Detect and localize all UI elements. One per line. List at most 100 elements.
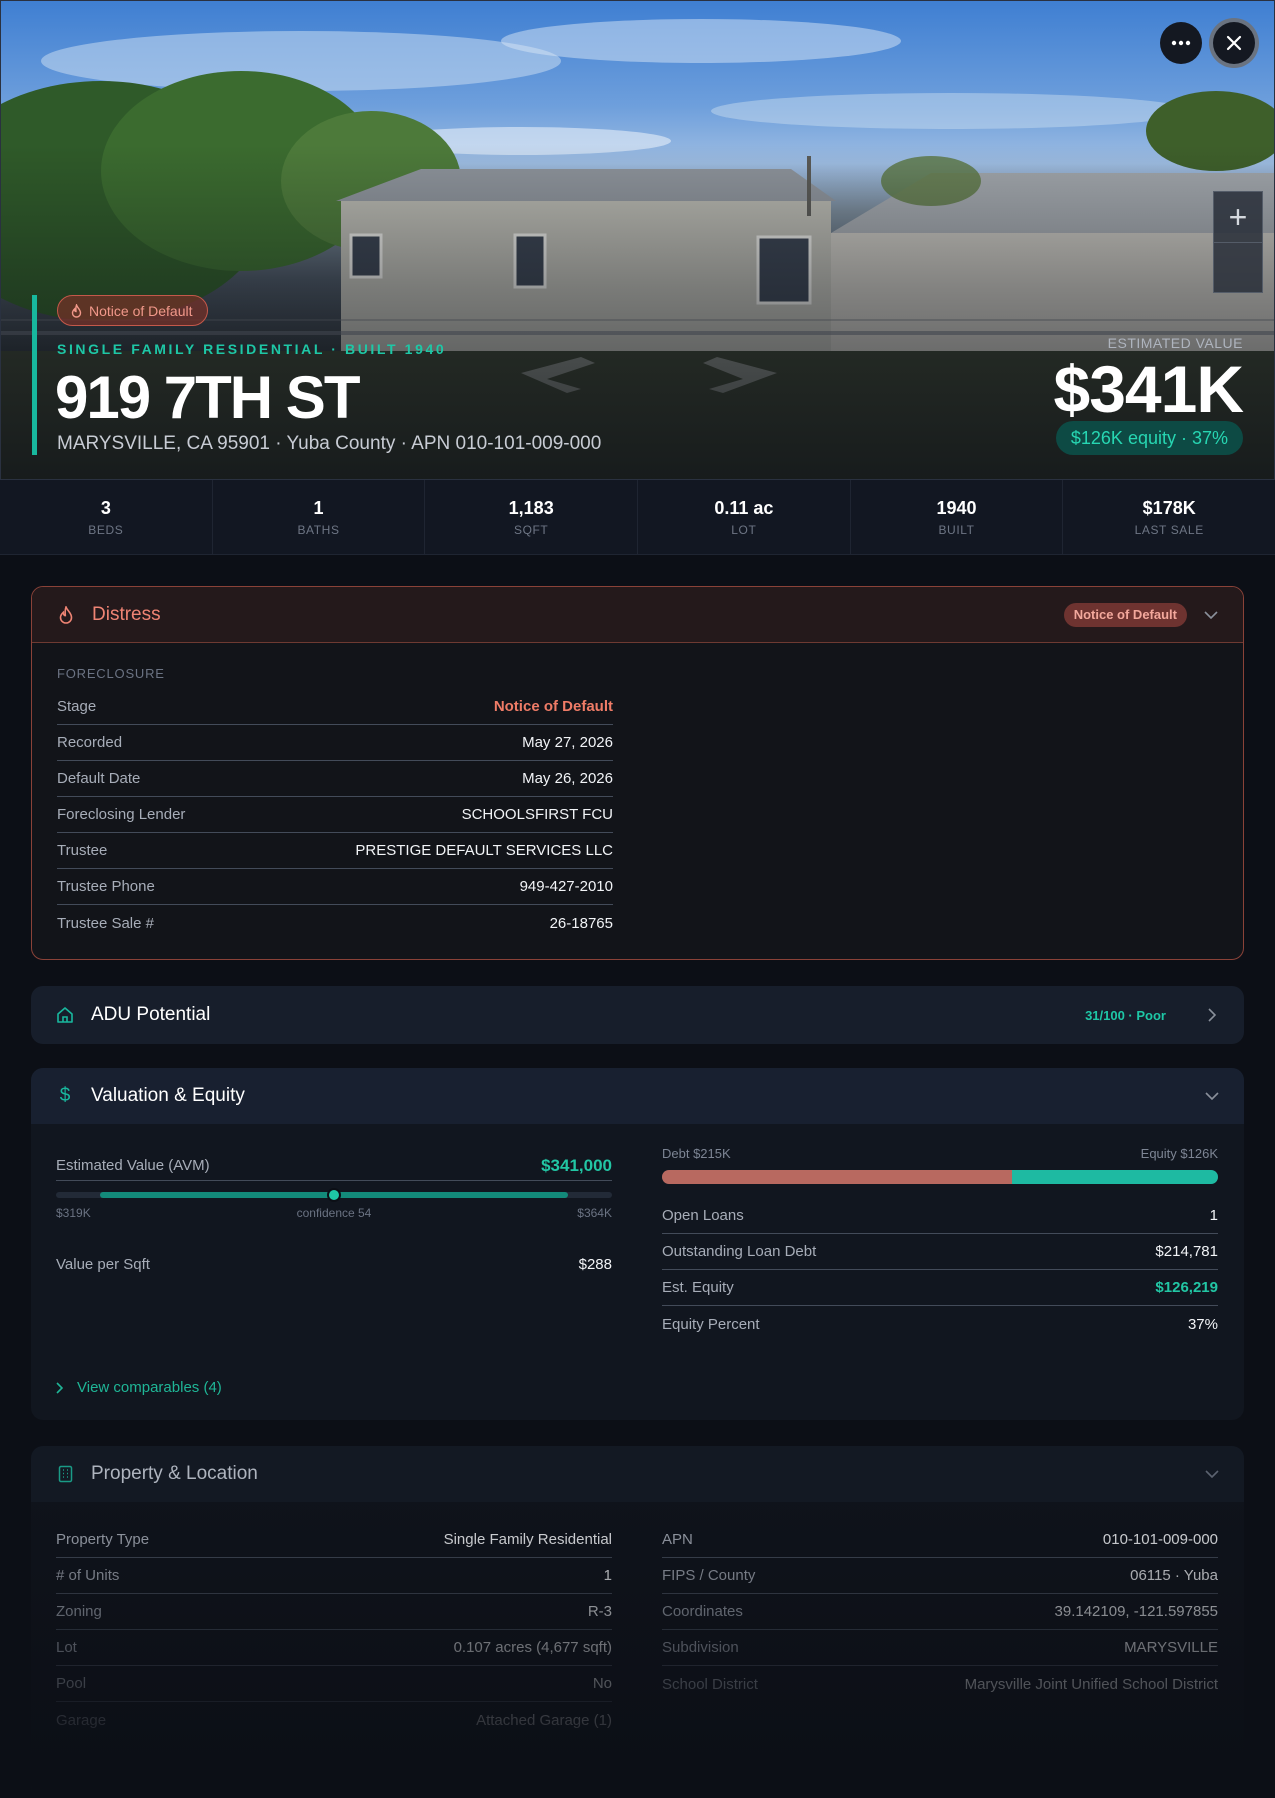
property-row-type: Property Type Single Family Residential [56,1522,612,1558]
property-row-coordinates: Coordinates 39.142109, -121.597855 [662,1594,1218,1630]
property-row-units: # of Units 1 [56,1558,612,1594]
property-row-subdivision: Subdivision MARYSVILLE [662,1630,1218,1666]
detail-row-stage: Stage Notice of Default [57,689,613,725]
zoom-in-button[interactable]: + [1214,192,1262,242]
comps-link-label: View comparables (4) [77,1379,222,1396]
range-high: $364K [577,1206,612,1220]
property-value: Single Family Residential [443,1531,612,1548]
loan-label: Outstanding Loan Debt [662,1243,817,1260]
chevron-right-icon [56,1381,63,1394]
close-icon [1226,35,1242,51]
valuation-header[interactable]: $ Valuation & Equity [31,1068,1244,1124]
property-header[interactable]: Property & Location [31,1446,1244,1502]
property-location-line: MARYSVILLE, CA 95901 · Yuba County · APN… [57,433,602,454]
property-value: 010-101-009-000 [1102,1531,1218,1548]
property-label: APN [662,1531,693,1548]
avm-row: Estimated Value (AVM) $341,000 [56,1151,612,1181]
detail-row-trustee-phone: Trustee Phone 949-427-2010 [57,869,613,905]
more-options-button[interactable] [1160,22,1202,64]
stat-beds: 3 BEDS [0,480,212,554]
stat-value: $178K [1142,497,1196,518]
building-icon [55,1464,75,1484]
vps-label: Value per Sqft [56,1255,150,1273]
zoom-out-button[interactable] [1214,242,1262,292]
stat-value: 1 [313,497,324,518]
equity-segment [1012,1170,1218,1184]
property-label: Pool [56,1675,87,1692]
foreclosure-details: Stage Notice of Default Recorded May 27,… [57,689,613,941]
detail-label: Recorded [57,734,123,751]
stat-label: SQFT [513,522,549,537]
property-value: 39.142109, -121.597855 [1054,1603,1218,1620]
estimated-value-label: ESTIMATED VALUE [1107,335,1243,351]
chevron-right-icon[interactable] [1204,1007,1220,1023]
property-value: Marysville Joint Unified School District [964,1675,1218,1693]
stat-label: LAST SALE [1134,522,1204,537]
loan-label: Equity Percent [662,1315,760,1333]
property-row-fips: FIPS / County 06115 · Yuba [662,1558,1218,1594]
property-label: Zoning [56,1603,102,1620]
flame-icon [56,605,76,625]
valuation-title: Valuation & Equity [91,1085,245,1106]
loan-value: 37% [1187,1315,1218,1333]
home-icon [55,1005,75,1025]
hero-accent-bar [32,295,37,455]
property-value: 1 [603,1567,612,1584]
stat-last-sale: $178K LAST SALE [1062,480,1275,554]
property-stats-bar: 3 BEDS 1 BATHS 1,183 SQFT 0.11 ac LOT 19… [0,480,1275,555]
property-value: No [592,1675,612,1692]
stat-label: LOT [731,522,757,537]
adu-potential-card[interactable]: ADU Potential 31/100 · Poor [31,986,1244,1044]
stat-value: 0.11 ac [714,497,774,518]
property-row-school: School District Marysville Joint Unified … [662,1666,1218,1702]
detail-value: May 27, 2026 [522,734,613,751]
loan-row-equity-percent: Equity Percent 37% [662,1306,1218,1342]
notice-of-default-badge: Notice of Default [57,295,208,326]
property-label: # of Units [56,1567,120,1584]
detail-label: Trustee Phone [57,878,155,895]
valuation-equity-card: $ Valuation & Equity Estimated Value (AV… [31,1068,1244,1420]
property-type-line: SINGLE FAMILY RESIDENTIAL · BUILT 1940 [57,341,447,357]
avm-value: $341,000 [541,1155,612,1175]
loan-details: Open Loans 1 Outstanding Loan Debt $214,… [662,1198,1218,1342]
property-value: Attached Garage (1) [476,1711,612,1729]
property-label: Lot [56,1639,77,1656]
range-confidence: confidence 54 [296,1206,372,1220]
detail-value: Notice of Default [493,698,613,715]
loan-value: 1 [1209,1207,1218,1224]
plus-icon: + [1228,198,1248,235]
adu-title: ADU Potential [91,1004,211,1025]
distress-status-badge: Notice of Default [1063,602,1187,627]
foreclosure-section-label: FORECLOSURE [57,666,165,681]
equity-label: Equity $126K [1140,1146,1218,1161]
property-label: School District [662,1675,758,1693]
property-row-apn: APN 010-101-009-000 [662,1522,1218,1558]
detail-row-default-date: Default Date May 26, 2026 [57,761,613,797]
dollar-icon: $ [59,1085,71,1106]
chevron-down-icon[interactable] [1203,607,1219,623]
property-address: 919 7TH ST [55,364,360,431]
loan-value: $126,219 [1155,1279,1218,1296]
detail-label: Trustee [57,842,108,859]
loan-row-debt: Outstanding Loan Debt $214,781 [662,1234,1218,1270]
chevron-down-icon[interactable] [1204,1088,1220,1104]
detail-row-trustee: Trustee PRESTIGE DEFAULT SERVICES LLC [57,833,613,869]
adu-score: 31/100 · Poor [1085,1007,1166,1023]
more-horizontal-icon [1171,40,1191,46]
stat-value: 1,183 [508,497,554,518]
adu-header[interactable]: ADU Potential 31/100 · Poor [31,986,1244,1044]
equity-pill: $126K equity · 37% [1055,421,1243,455]
distress-header[interactable]: Distress Notice of Default [32,587,1243,643]
close-button[interactable] [1213,22,1255,64]
loan-row-open-loans: Open Loans 1 [662,1198,1218,1234]
loan-label: Est. Equity [662,1279,734,1296]
stat-built: 1940 BUILT [849,480,1063,554]
chevron-down-icon[interactable] [1204,1466,1220,1482]
view-comparables-link[interactable]: View comparables (4) [56,1379,222,1396]
avm-label: Estimated Value (AVM) [56,1157,210,1174]
value-per-sqft-row: Value per Sqft $288 [56,1249,612,1279]
value-range-marker [327,1188,341,1202]
distress-title: Distress [92,603,161,625]
stat-value: 3 [100,497,111,518]
detail-row-recorded: Recorded May 27, 2026 [57,725,613,761]
